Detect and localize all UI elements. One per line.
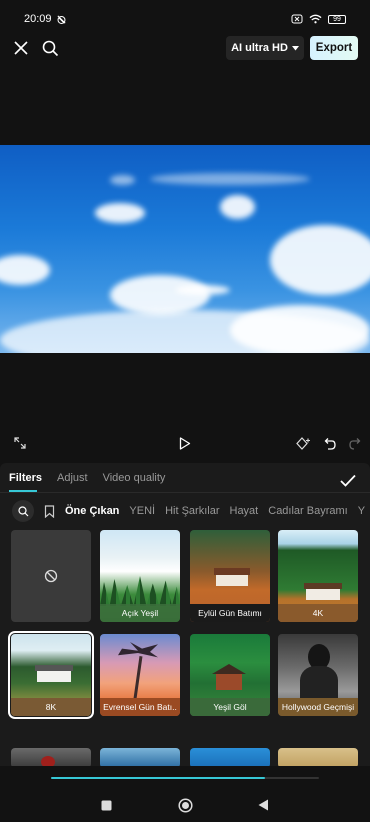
house-roof [214, 568, 250, 575]
house [216, 574, 248, 586]
cloud [95, 203, 145, 223]
category-row: Öne Çıkan YENİ Hit Şarkılar Hayat Cadıla… [0, 493, 370, 529]
filter-tile[interactable]: Yeşil Göl [190, 634, 270, 716]
cloud [0, 255, 50, 285]
panel-tabs: Filters Adjust Video quality [0, 463, 370, 493]
house [37, 670, 71, 682]
keyframe-icon [295, 436, 310, 450]
search-icon [42, 40, 58, 56]
category-halloween[interactable]: Cadılar Bayramı [268, 505, 347, 517]
category-featured[interactable]: Öne Çıkan [65, 505, 119, 517]
portrait-body [300, 666, 338, 702]
filters-panel: Filters Adjust Video quality Öne Çıkan Y… [0, 463, 370, 766]
undo-icon [324, 437, 336, 450]
play-button[interactable] [174, 432, 196, 454]
fullscreen-icon [14, 437, 26, 449]
undo-button[interactable] [318, 432, 340, 454]
battery-level: 99 [333, 15, 341, 23]
home-button[interactable] [173, 793, 197, 817]
filter-label: 8K [11, 698, 91, 716]
filter-tile[interactable] [11, 748, 91, 766]
close-button[interactable] [9, 36, 33, 60]
cloud [220, 195, 255, 219]
tab-video-quality[interactable]: Video quality [103, 472, 166, 484]
cloud [110, 175, 135, 185]
filter-label: Evrensel Gün Batı.. [100, 698, 180, 716]
system-nav-bar [0, 790, 370, 818]
filter-label: 4K [278, 604, 358, 622]
category-life[interactable]: Hayat [230, 505, 259, 517]
filter-none[interactable] [11, 530, 91, 622]
filter-tile[interactable]: Evrensel Gün Batı.. [100, 634, 180, 716]
battery-icon: 99 [328, 14, 346, 24]
playback-controls [0, 432, 370, 454]
filter-label: Eylül Gün Batımı [190, 604, 270, 622]
quality-label: AI ultra HD [231, 42, 288, 54]
filter-search-button[interactable] [12, 500, 34, 522]
back-icon [258, 799, 268, 811]
quality-dropdown[interactable]: AI ultra HD [226, 36, 304, 60]
house-roof [35, 665, 73, 671]
red-shape [41, 756, 55, 766]
export-button[interactable]: Export [310, 36, 358, 60]
house-roof [212, 664, 246, 674]
filter-tile[interactable]: Hollywood Geçmişi [278, 634, 358, 716]
tab-adjust[interactable]: Adjust [57, 472, 88, 484]
house [306, 588, 340, 600]
stop-icon [101, 800, 111, 810]
status-left: 20:09 [24, 13, 67, 25]
cloud [230, 305, 370, 353]
filter-label: Hollywood Geçmişi [278, 698, 358, 716]
recents-button[interactable] [94, 793, 118, 817]
filter-label: Yeşil Göl [190, 698, 270, 716]
status-time: 20:09 [24, 13, 52, 25]
house-roof [304, 583, 342, 589]
alarm-off-icon [56, 14, 66, 24]
house [216, 672, 242, 690]
confirm-button[interactable] [336, 468, 360, 492]
tree-line [100, 576, 180, 606]
cloud [110, 275, 210, 315]
tab-filters[interactable]: Filters [9, 472, 42, 484]
filter-tile-selected[interactable]: 8K [8, 631, 94, 719]
filter-tile[interactable] [190, 748, 270, 766]
cloud [270, 225, 370, 295]
wifi-icon [309, 14, 322, 24]
filter-tile[interactable]: Açık Yeşil [100, 530, 180, 622]
category-hit-songs[interactable]: Hit Şarkılar [165, 505, 219, 517]
filter-label: Açık Yeşil [100, 604, 180, 622]
no-filter-icon [44, 569, 58, 583]
top-bar: AI ultra HD Export [0, 34, 370, 62]
status-bar: 20:09 99 [0, 0, 370, 38]
sim-off-icon [291, 14, 303, 24]
home-icon [177, 797, 193, 813]
close-icon [14, 41, 28, 55]
redo-button[interactable] [344, 432, 366, 454]
filter-tile[interactable] [100, 748, 180, 766]
filter-scrollbar[interactable] [51, 777, 319, 779]
filter-tile[interactable]: Eylül Gün Batımı [190, 530, 270, 622]
tab-underline [9, 490, 37, 492]
filter-tile[interactable]: 4K [278, 530, 358, 622]
bookmark-icon[interactable] [44, 504, 55, 518]
video-preview[interactable] [0, 145, 370, 353]
play-icon [179, 436, 191, 450]
check-icon [340, 474, 356, 487]
status-right: 99 [291, 14, 346, 24]
caret-down-icon [291, 45, 299, 50]
category-more[interactable]: Y [358, 505, 365, 517]
search-icon [17, 505, 28, 516]
keyframe-button[interactable] [292, 432, 314, 454]
scrollbar-thumb[interactable] [51, 777, 266, 779]
fullscreen-button[interactable] [9, 432, 31, 454]
filter-tile[interactable] [278, 748, 358, 766]
redo-icon [348, 437, 360, 450]
category-new[interactable]: YENİ [129, 505, 155, 517]
back-button[interactable] [251, 793, 275, 817]
cloud [150, 173, 310, 185]
cloud [175, 285, 230, 295]
search-button[interactable] [38, 36, 62, 60]
